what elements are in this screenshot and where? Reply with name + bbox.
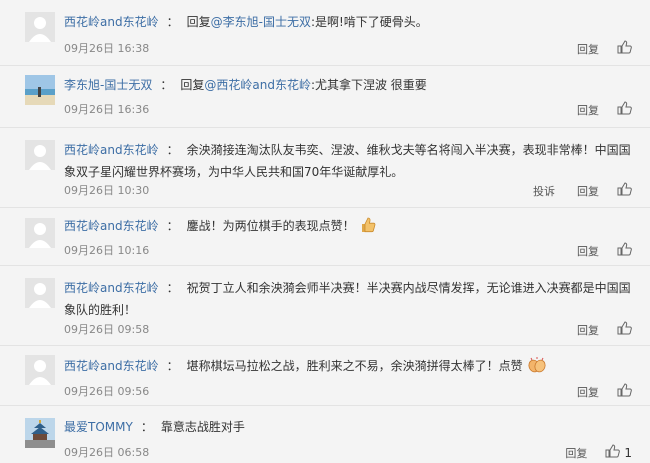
thumbs-up-icon xyxy=(617,40,632,57)
comment-time: 09月26日 16:38 xyxy=(64,42,150,55)
thumbs-up-icon xyxy=(617,101,632,118)
reply-button[interactable]: 回复 xyxy=(577,322,599,338)
report-button[interactable]: 投诉 xyxy=(533,183,555,199)
comment-author[interactable]: 最爱TOMMY xyxy=(64,420,133,434)
comment-item: 西花岭and东花岭：堪称棋坛马拉松之战，胜利来之不易，余泱漪拼得太棒了！点赞 0… xyxy=(0,346,650,406)
like-button[interactable] xyxy=(617,321,632,338)
comment-author[interactable]: 西花岭and东花岭 xyxy=(64,359,159,373)
avatar[interactable] xyxy=(25,12,55,42)
comment-text: 鏖战！为两位棋手的表现点赞！ xyxy=(186,219,355,233)
comment-time: 09月26日 09:56 xyxy=(64,385,150,398)
comment-time: 09月26日 09:58 xyxy=(64,323,150,336)
comment-time: 09月26日 10:30 xyxy=(64,184,150,197)
thumbs-up-icon xyxy=(605,444,621,461)
clap-emoji xyxy=(527,356,547,381)
mention-link[interactable]: @西花岭and东花岭 xyxy=(204,78,311,92)
avatar[interactable] xyxy=(25,278,55,308)
avatar[interactable] xyxy=(25,140,55,170)
like-button[interactable] xyxy=(617,242,632,259)
comment-list: 西花岭and东花岭：回复@李东旭-国士无双:是啊!啃下了硬骨头。 09月26日 … xyxy=(0,0,650,463)
reply-button[interactable]: 回复 xyxy=(577,384,599,400)
comment-item: 最爱TOMMY：靠意志战胜对手 09月26日 06:58 回复 1 xyxy=(0,406,650,463)
comment-author[interactable]: 西花岭and东花岭 xyxy=(64,15,159,29)
comment-author[interactable]: 西花岭and东花岭 xyxy=(64,219,159,233)
comment-text: :是啊!啃下了硬骨头。 xyxy=(310,15,428,29)
comment-item: 西花岭and东花岭：余泱漪接连淘汰队友韦奕、涅波、维秋戈夫等名将闯入半决赛，表现… xyxy=(0,128,650,208)
like-count: 1 xyxy=(624,445,632,460)
reply-button[interactable]: 回复 xyxy=(577,243,599,259)
thumbs-up-icon xyxy=(617,242,632,259)
avatar[interactable] xyxy=(25,218,55,248)
thumbs-up-icon xyxy=(617,182,632,199)
like-button[interactable] xyxy=(617,40,632,57)
thumbs-up-icon xyxy=(617,321,632,338)
comment-time: 09月26日 10:16 xyxy=(64,244,150,257)
like-button[interactable] xyxy=(617,101,632,118)
comment-text: 堪称棋坛马拉松之战，胜利来之不易，余泱漪拼得太棒了！点赞 xyxy=(186,359,523,373)
comment-time: 09月26日 16:36 xyxy=(64,103,150,116)
comment-author[interactable]: 西花岭and东花岭 xyxy=(64,143,159,157)
comment-text: :尤其拿下涅波 很重要 xyxy=(310,78,427,92)
comment-item: 西花岭and东花岭：回复@李东旭-国士无双:是啊!啃下了硬骨头。 09月26日 … xyxy=(0,0,650,66)
reply-prefix: 回复 xyxy=(180,78,205,92)
comment-item: 西花岭and东花岭：祝贺丁立人和余泱漪会师半决赛！半决赛内战尽情发挥，无论谁进入… xyxy=(0,266,650,346)
reply-button[interactable]: 回复 xyxy=(577,183,599,199)
avatar[interactable] xyxy=(25,75,55,105)
like-button[interactable] xyxy=(617,182,632,199)
comment-item: 李东旭-国士无双：回复@西花岭and东花岭:尤其拿下涅波 很重要 09月26日 … xyxy=(0,66,650,128)
avatar[interactable] xyxy=(25,355,55,385)
thumbs-up-icon xyxy=(617,383,632,400)
like-button[interactable]: 1 xyxy=(605,444,632,461)
reply-button[interactable]: 回复 xyxy=(577,41,599,57)
comment-text: 靠意志战胜对手 xyxy=(160,420,245,434)
reply-button[interactable]: 回复 xyxy=(577,102,599,118)
comment-author[interactable]: 李东旭-国士无双 xyxy=(64,78,152,92)
avatar[interactable] xyxy=(25,418,55,448)
mention-link[interactable]: @李东旭-国士无双 xyxy=(211,15,311,29)
reply-button[interactable]: 回复 xyxy=(565,445,587,461)
comment-time: 09月26日 06:58 xyxy=(64,446,150,459)
like-button[interactable] xyxy=(617,383,632,400)
comment-item: 西花岭and东花岭：鏖战！为两位棋手的表现点赞！ 09月26日 10:16 回复 xyxy=(0,208,650,266)
reply-prefix: 回复 xyxy=(186,15,211,29)
comment-author[interactable]: 西花岭and东花岭 xyxy=(64,281,159,295)
thumbs-up-emoji xyxy=(359,216,377,241)
